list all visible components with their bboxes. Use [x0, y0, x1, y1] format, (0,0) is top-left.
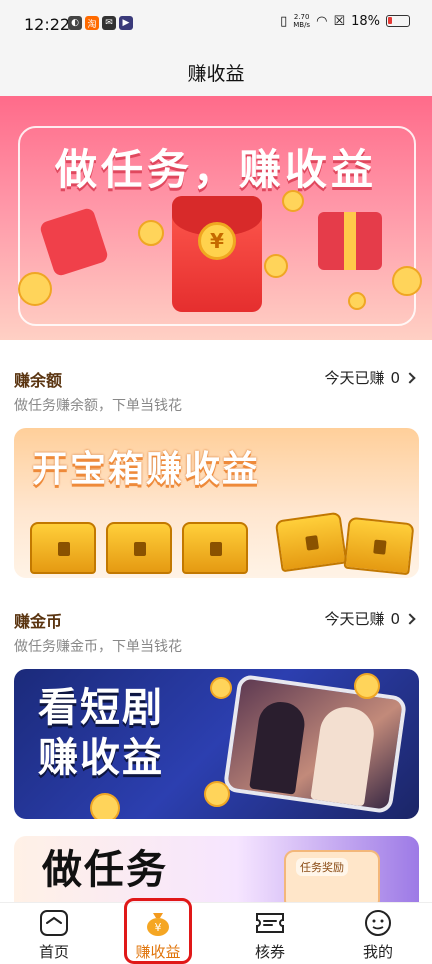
task-reward-card: 任务奖励 [284, 850, 380, 906]
treasure-chest-banner[interactable]: 开宝箱赚收益 [14, 428, 419, 578]
earned-value: 0 [390, 609, 400, 628]
task-banner-title: 做任务 [42, 847, 168, 893]
page-title: 赚收益 [187, 62, 245, 85]
app-notification-icon: ◐ [68, 16, 82, 30]
section-subtitle-balance: 做任务赚余额，下单当钱花 [14, 398, 182, 414]
task-reward-banner[interactable]: 做任务 任务奖励 [14, 836, 419, 906]
battery-icon [386, 15, 410, 27]
chevron-right-icon [404, 612, 416, 625]
network-speed: 2.70 MB/s [293, 13, 310, 29]
section-subtitle-coins: 做任务赚金币，下单当钱花 [14, 639, 182, 655]
status-right: ▯ 2.70 MB/s ◠ ☒ 18% [280, 13, 410, 29]
coin-icon [18, 272, 52, 306]
bottom-tab-bar: 首页 ¥ 赚收益 核券 我的 [0, 902, 432, 964]
mail-icon: ✉ [102, 16, 116, 30]
chest-banner-title: 开宝箱赚收益 [32, 449, 261, 490]
today-earned-balance[interactable]: 今天已赚 0 [324, 367, 416, 388]
notification-icons: ◐ 淘 ✉ ▶ [68, 16, 133, 30]
network-speed-unit: MB/s [293, 21, 311, 29]
coin-icon [392, 266, 422, 296]
chevron-right-icon [404, 371, 416, 384]
hero-title: 做任务，赚收益 [54, 145, 377, 194]
tab-label-profile: 我的 [362, 943, 393, 961]
tab-coupon[interactable]: 核券 [230, 903, 310, 964]
earned-label: 今天已赚 [324, 610, 385, 628]
status-time: 12:22 [24, 15, 71, 34]
tab-label-home: 首页 [38, 943, 69, 961]
status-bar: 12:22 ◐ 淘 ✉ ▶ ▯ 2.70 MB/s ◠ ☒ 18% [0, 0, 432, 48]
gift-ribbon [344, 212, 356, 270]
actor-figure [249, 699, 308, 795]
earned-value: 0 [390, 368, 400, 387]
home-icon [40, 910, 68, 936]
task-reward-label: 任务奖励 [296, 858, 348, 876]
coin-icon [210, 677, 232, 699]
section-title-balance: 赚余额 [14, 371, 63, 390]
short-drama-banner[interactable]: 看短剧 赚收益 [14, 669, 419, 819]
coin-icon [282, 190, 304, 212]
profile-icon [365, 910, 391, 936]
yuan-coin-icon: ¥ [198, 222, 236, 260]
coin-icon [138, 220, 164, 246]
section-title-coins: 赚金币 [14, 612, 63, 631]
drama-title-line1: 看短剧 [38, 685, 164, 731]
treasure-chest-icon [343, 516, 415, 576]
coin-icon [354, 673, 380, 699]
wifi-icon: ◠ [316, 13, 328, 29]
treasure-chest-icon [182, 522, 248, 574]
play-icon: ▶ [119, 16, 133, 30]
treasure-chest-icon [274, 511, 348, 573]
tab-home[interactable]: 首页 [14, 903, 94, 964]
vibrate-icon: ▯ [280, 13, 288, 29]
tab-profile[interactable]: 我的 [338, 903, 418, 964]
coupon-icon [256, 913, 284, 933]
phone-illustration [222, 673, 408, 815]
treasure-chest-icon [106, 522, 172, 574]
drama-banner-title: 看短剧 赚收益 [38, 683, 164, 783]
sim-off-icon: ☒ [333, 13, 346, 29]
coin-icon [204, 781, 230, 807]
network-speed-value: 2.70 [293, 13, 310, 21]
coin-icon [264, 254, 288, 278]
actress-figure [310, 703, 378, 807]
coin-icon [348, 292, 366, 310]
shopping-app-icon: 淘 [85, 16, 99, 30]
active-tab-highlight [124, 898, 192, 964]
battery-percent: 18% [351, 13, 380, 29]
earned-label: 今天已赚 [324, 369, 385, 387]
coin-icon [90, 793, 120, 819]
tab-label-coupon: 核券 [254, 943, 285, 961]
drama-title-line2: 赚收益 [38, 735, 164, 781]
today-earned-coins[interactable]: 今天已赚 0 [324, 608, 416, 629]
treasure-chest-icon [30, 522, 96, 574]
page-header: 赚收益 [0, 48, 432, 96]
